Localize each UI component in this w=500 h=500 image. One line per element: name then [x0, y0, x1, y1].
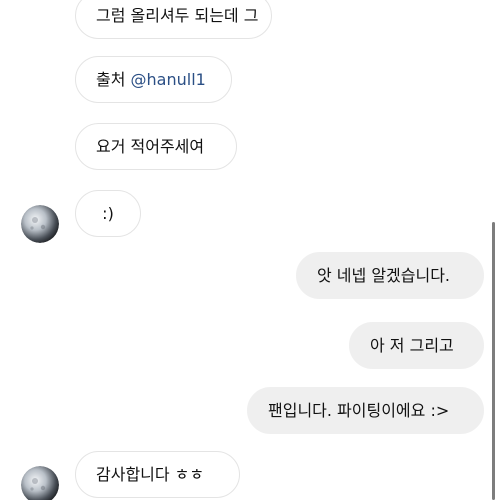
- mention-link[interactable]: @hanull1: [131, 71, 206, 88]
- message-text: 요거 적어주세여: [96, 136, 205, 156]
- received-message[interactable]: 감사합니다 ㅎㅎ: [75, 451, 240, 498]
- message-text: 앗 네넵 알겠습니다.: [317, 265, 451, 285]
- scrollbar[interactable]: [492, 222, 495, 500]
- received-message[interactable]: 그럼 올리셔두 되는데 그: [75, 0, 272, 39]
- message-text: :): [102, 203, 114, 223]
- message-text: 아 저 그리고: [370, 335, 454, 355]
- moon-avatar-icon[interactable]: [21, 205, 59, 243]
- sent-message[interactable]: 앗 네넵 알겠습니다.: [296, 252, 484, 299]
- received-message[interactable]: 요거 적어주세여: [75, 123, 237, 170]
- sent-message[interactable]: 팬입니다. 파이팅이에요 :>: [247, 387, 484, 434]
- received-message[interactable]: 출처 @hanull1: [75, 56, 232, 103]
- message-text: 감사합니다 ㅎㅎ: [96, 464, 205, 484]
- chat-thread: 그럼 올리셔두 되는데 그 출처 @hanull1 요거 적어주세여 :) 앗 …: [0, 0, 500, 500]
- message-text: 출처: [96, 69, 131, 89]
- received-message[interactable]: :): [75, 190, 141, 237]
- sent-message[interactable]: 아 저 그리고: [349, 322, 484, 369]
- message-text: 팬입니다. 파이팅이에요 :>: [268, 400, 450, 420]
- message-text: 그럼 올리셔두 되는데 그: [96, 5, 259, 25]
- moon-avatar-icon[interactable]: [21, 466, 59, 500]
